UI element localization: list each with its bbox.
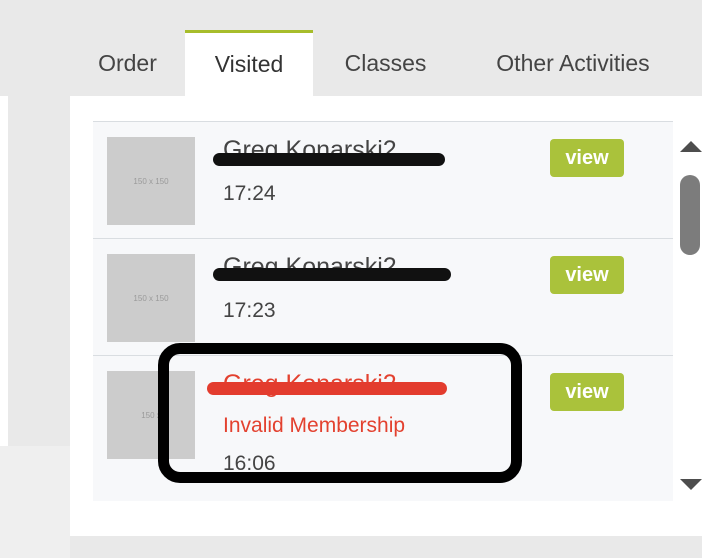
list-item[interactable]: 150 x Greg Konarski2 Invalid Membership … bbox=[93, 355, 673, 475]
redaction-scribble bbox=[213, 153, 445, 166]
member-thumbnail: 150 x bbox=[107, 371, 195, 459]
left-panel bbox=[0, 96, 8, 446]
redaction-scribble bbox=[213, 268, 451, 281]
tab-other-activities[interactable]: Other Activities bbox=[458, 30, 688, 96]
scroll-up-arrow-icon[interactable] bbox=[680, 141, 702, 152]
tab-bar: Order Visited Classes Other Activities bbox=[70, 30, 702, 96]
visit-time: 17:23 bbox=[223, 299, 276, 322]
tab-visited[interactable]: Visited bbox=[185, 30, 313, 96]
vertical-scrollbar[interactable] bbox=[672, 121, 702, 501]
bottom-strip bbox=[0, 446, 70, 558]
view-button[interactable]: view bbox=[550, 139, 624, 177]
scroll-down-arrow-icon[interactable] bbox=[680, 479, 702, 490]
list-item[interactable]: 150 x 150 Greg Konarski2 17:24 view bbox=[93, 121, 673, 238]
member-thumbnail: 150 x 150 bbox=[107, 254, 195, 342]
tab-classes[interactable]: Classes bbox=[313, 30, 458, 96]
view-button[interactable]: view bbox=[550, 256, 624, 294]
redaction-scribble bbox=[207, 382, 447, 395]
list-item[interactable]: 150 x 150 Greg Konarski2 17:23 view bbox=[93, 238, 673, 355]
membership-status: Invalid Membership bbox=[223, 414, 406, 437]
visit-time: 17:24 bbox=[223, 182, 276, 205]
member-thumbnail: 150 x 150 bbox=[107, 137, 195, 225]
scroll-thumb[interactable] bbox=[680, 175, 700, 255]
tab-order[interactable]: Order bbox=[70, 30, 185, 96]
visit-time: 16:06 bbox=[223, 452, 276, 475]
view-button[interactable]: view bbox=[550, 373, 624, 411]
visited-list: 150 x 150 Greg Konarski2 17:24 view 150 … bbox=[93, 121, 673, 501]
